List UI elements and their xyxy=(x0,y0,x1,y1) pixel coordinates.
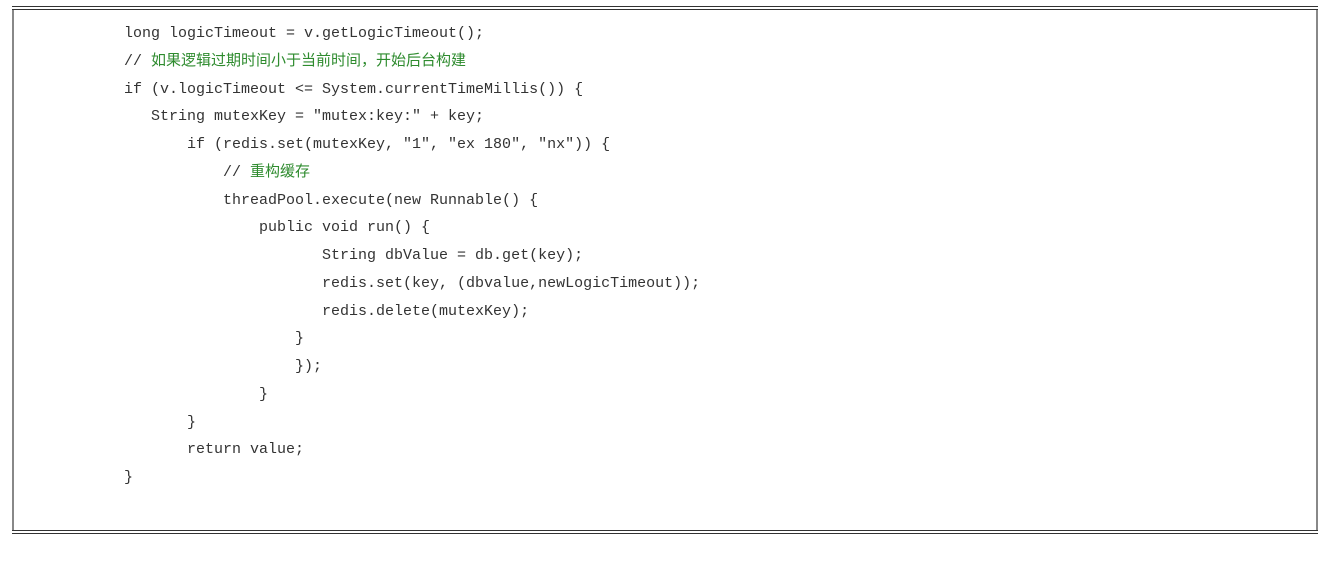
code-box: long logicTimeout = v.getLogicTimeout();… xyxy=(12,10,1318,530)
code-line: String mutexKey = "mutex:key:" + key; xyxy=(124,103,1316,131)
code-line: } xyxy=(124,325,1316,353)
code-line: String dbValue = db.get(key); xyxy=(124,242,1316,270)
code-block: long logicTimeout = v.getLogicTimeout();… xyxy=(14,18,1316,494)
code-line: if (redis.set(mutexKey, "1", "ex 180", "… xyxy=(124,131,1316,159)
code-line: } xyxy=(124,464,1316,492)
code-line: return value; xyxy=(124,436,1316,464)
comment-text: 重构缓存 xyxy=(250,164,310,181)
bottom-rule-1 xyxy=(12,530,1318,531)
code-line: redis.set(key, (dbvalue,newLogicTimeout)… xyxy=(124,270,1316,298)
code-line: public void run() { xyxy=(124,214,1316,242)
code-line: threadPool.execute(new Runnable() { xyxy=(124,187,1316,215)
comment-prefix: // xyxy=(124,53,151,70)
code-line-comment: // 重构缓存 xyxy=(124,159,1316,187)
bottom-rule-2 xyxy=(12,533,1318,534)
code-line: }); xyxy=(124,353,1316,381)
code-line: } xyxy=(124,381,1316,409)
comment-text: 如果逻辑过期时间小于当前时间，开始后台构建 xyxy=(151,53,466,70)
code-line: long logicTimeout = v.getLogicTimeout(); xyxy=(124,20,1316,48)
code-line: redis.delete(mutexKey); xyxy=(124,298,1316,326)
page-container: long logicTimeout = v.getLogicTimeout();… xyxy=(0,0,1330,588)
code-line-comment: // 如果逻辑过期时间小于当前时间，开始后台构建 xyxy=(124,48,1316,76)
code-line: } xyxy=(124,409,1316,437)
top-rule-1 xyxy=(12,6,1318,7)
comment-prefix: // xyxy=(124,164,250,181)
code-line: if (v.logicTimeout <= System.currentTime… xyxy=(124,76,1316,104)
